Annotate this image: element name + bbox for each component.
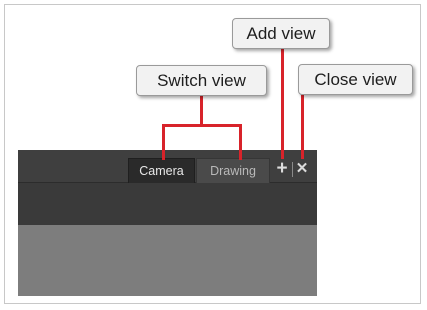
close-view-leader xyxy=(301,95,304,159)
switch-view-leader-stem xyxy=(200,96,203,125)
tab-camera[interactable]: Camera xyxy=(128,158,195,183)
tab-separator xyxy=(292,162,293,177)
view-toolbar xyxy=(18,183,317,225)
switch-view-leader-left xyxy=(162,124,165,160)
view-tab-bar: Camera Drawing + ✕ xyxy=(18,150,317,183)
switch-view-leader-bar xyxy=(162,124,242,127)
add-view-icon[interactable]: + xyxy=(274,159,290,179)
switch-view-leader-right xyxy=(239,124,242,160)
view-panel: Camera Drawing + ✕ xyxy=(18,150,317,296)
add-view-leader xyxy=(281,49,284,159)
tab-drawing[interactable]: Drawing xyxy=(196,158,270,183)
close-view-callout: Close view xyxy=(298,64,413,95)
switch-view-callout: Switch view xyxy=(136,65,267,96)
view-content-area xyxy=(18,225,317,296)
close-view-icon[interactable]: ✕ xyxy=(295,159,309,179)
add-view-callout: Add view xyxy=(232,18,330,49)
